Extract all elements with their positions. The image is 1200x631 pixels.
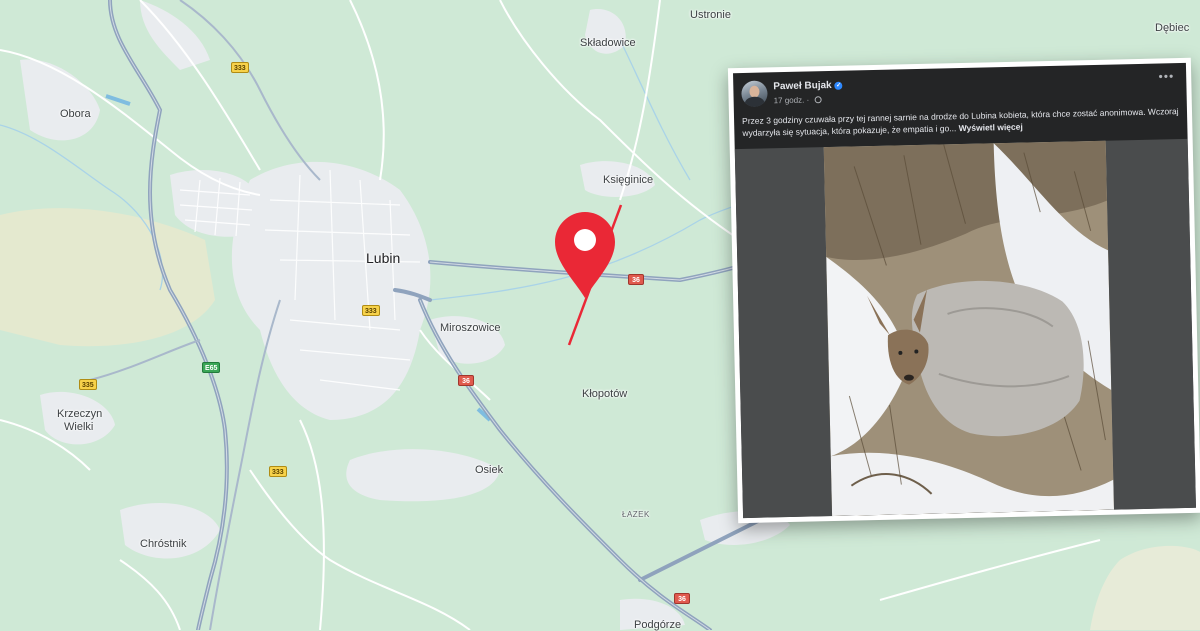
road-badge: 36 — [628, 274, 644, 285]
road-badge: 333 — [269, 466, 287, 477]
globe-icon — [814, 96, 822, 104]
road-badge: 333 — [231, 62, 249, 73]
post-text: Przez 3 godziny czuwała przy tej rannej … — [742, 105, 1182, 139]
place-label: Lubin — [366, 250, 401, 266]
facebook-post-card[interactable]: Paweł Bujak ✓ 17 godz. · ••• Przez 3 godz… — [727, 57, 1200, 524]
author-name[interactable]: Paweł Bujak — [773, 80, 832, 92]
see-more-link[interactable]: Wyświetl więcej — [959, 122, 1023, 133]
place-label: Dębiec — [1155, 22, 1190, 34]
place-label: ŁAZEK — [622, 510, 650, 519]
post-author[interactable]: Paweł Bujak ✓ — [773, 80, 843, 92]
avatar[interactable] — [741, 80, 768, 108]
place-label: Krzeczyn — [57, 408, 103, 420]
road-badge: E65 — [202, 362, 221, 373]
post-meta: 17 godz. · — [774, 95, 822, 105]
place-label: Chróstnik — [140, 538, 187, 550]
post-header: Paweł Bujak ✓ 17 godz. · ••• Przez 3 godz… — [733, 63, 1187, 139]
place-label: Podgórze — [634, 619, 682, 631]
post-photo[interactable] — [823, 140, 1115, 517]
road-badge: 36 — [458, 375, 474, 386]
verified-badge-icon: ✓ — [834, 81, 843, 90]
road-badge: 335 — [79, 379, 97, 390]
road-badge: 36 — [674, 593, 690, 604]
road-badge: 333 — [362, 305, 380, 316]
place-label: Księginice — [603, 174, 654, 186]
place-label: Ustronie — [690, 9, 731, 21]
more-options-icon[interactable]: ••• — [1158, 69, 1174, 83]
avatar-shoulders — [744, 96, 765, 108]
post-time[interactable]: 17 godz. — [774, 96, 805, 106]
place-label: Wielki — [64, 421, 94, 433]
post-body: Paweł Bujak ✓ 17 godz. · ••• Przez 3 godz… — [733, 62, 1196, 519]
place-label: Kłopotów — [582, 388, 628, 400]
photo-area — [734, 138, 1196, 519]
place-label: Osiek — [475, 464, 504, 476]
place-label: Obora — [60, 108, 91, 120]
place-label: Miroszowice — [440, 322, 501, 334]
place-label: Składowice — [580, 37, 636, 49]
roe-deer-photo — [823, 140, 1115, 517]
